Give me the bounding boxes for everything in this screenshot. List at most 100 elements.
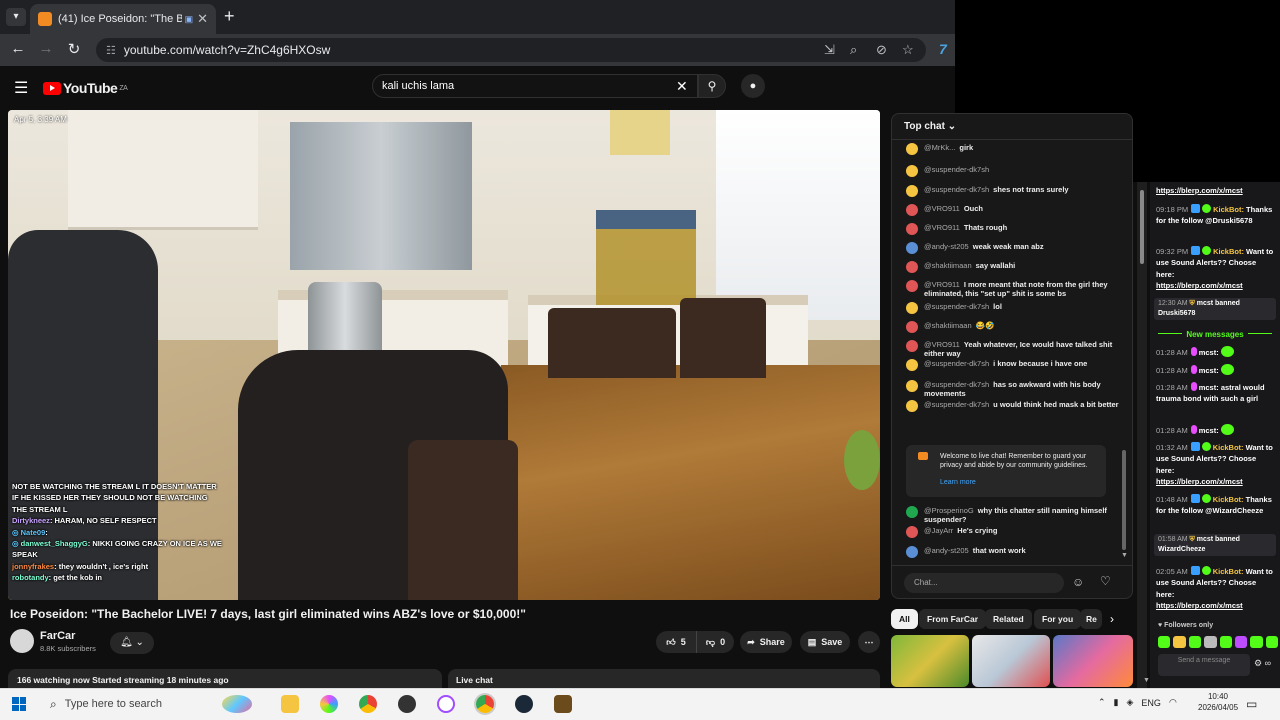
chat-author[interactable]: @suspender-dk7sh xyxy=(924,359,989,368)
chip-for-you[interactable]: For you xyxy=(1034,609,1082,629)
kick-ban-target[interactable]: Druski5678 xyxy=(1158,310,1195,317)
kick-send-input[interactable]: Send a message xyxy=(1158,654,1250,676)
recommended-thumbnail[interactable] xyxy=(972,635,1050,687)
kick-settings-icon[interactable]: ⚙ ∞ xyxy=(1254,658,1271,669)
app-icon[interactable] xyxy=(437,695,455,713)
emote-icon[interactable] xyxy=(1234,636,1248,648)
widgets-sparkle-icon[interactable] xyxy=(222,695,252,713)
file-explorer-icon[interactable] xyxy=(281,695,299,713)
chat-avatar[interactable] xyxy=(906,321,918,333)
taskbar-clock[interactable]: 10:40 2026/04/05 xyxy=(1198,691,1238,713)
emote-icon[interactable] xyxy=(1250,636,1263,648)
kick-username[interactable]: KickBot: xyxy=(1213,443,1244,452)
new-messages-divider[interactable]: New messages xyxy=(1150,330,1280,339)
youtube-logo[interactable]: YouTube ZA xyxy=(43,80,128,96)
chip-more[interactable]: Re xyxy=(1080,609,1102,629)
chat-author[interactable]: @VRO911 xyxy=(924,204,960,213)
chat-author[interactable]: @JayArr xyxy=(924,526,953,535)
chat-author[interactable]: @ProsperinoG xyxy=(924,506,974,515)
chat-avatar[interactable] xyxy=(906,242,918,254)
chat-author[interactable]: @suspender-dk7sh xyxy=(924,165,989,174)
extension-icon[interactable]: 7 xyxy=(939,41,947,57)
menu-icon[interactable]: ☰ xyxy=(14,78,28,98)
new-tab-button[interactable]: + xyxy=(224,6,235,27)
site-info-icon[interactable]: ☷ xyxy=(106,44,116,57)
chat-avatar[interactable] xyxy=(906,223,918,235)
chat-author[interactable]: @MrKk... xyxy=(924,143,955,152)
kick-ban-target[interactable]: WizardCheeze xyxy=(1158,546,1205,553)
photos-app-icon[interactable] xyxy=(320,695,338,713)
chat-author[interactable]: @andy-st205 xyxy=(924,546,969,555)
kick-link[interactable]: https://blerp.com/x/mcst xyxy=(1156,601,1243,610)
chip-from-channel[interactable]: From FarCar xyxy=(919,609,987,629)
forward-icon[interactable]: → xyxy=(36,40,56,57)
chat-avatar[interactable] xyxy=(906,380,918,392)
obs-icon[interactable] xyxy=(398,695,416,713)
chat-avatar[interactable] xyxy=(906,340,918,352)
emote-icon[interactable] xyxy=(1265,636,1278,648)
emote-icon[interactable] xyxy=(1188,636,1202,648)
chrome-active-icon[interactable] xyxy=(476,695,494,713)
channel-avatar[interactable] xyxy=(10,629,34,653)
chat-avatar[interactable] xyxy=(906,526,918,538)
chat-input[interactable]: Chat... xyxy=(904,573,1064,593)
chat-avatar[interactable] xyxy=(906,302,918,314)
chat-avatar[interactable] xyxy=(906,400,918,412)
kick-username[interactable]: mcst: xyxy=(1199,426,1219,435)
chat-avatar[interactable] xyxy=(906,359,918,371)
emote-icon[interactable] xyxy=(1204,636,1217,648)
kick-username[interactable]: KickBot: xyxy=(1213,567,1244,576)
notifications-button[interactable]: 🔔︎ ⌄ xyxy=(110,632,154,654)
learn-more-link[interactable]: Learn more xyxy=(940,478,1098,487)
microphone-icon[interactable]: ▮ xyxy=(1114,697,1119,708)
scroll-down-arrow-icon[interactable]: ▼ xyxy=(1121,552,1128,559)
kick-username[interactable]: mcst xyxy=(1197,536,1213,543)
clear-search-icon[interactable]: ✕ xyxy=(676,78,688,95)
install-app-icon[interactable]: ⇲ xyxy=(824,42,835,58)
kick-username[interactable]: KickBot: xyxy=(1213,247,1244,256)
recommended-thumbnail[interactable] xyxy=(891,635,969,687)
browser-tab[interactable]: (41) Ice Poseidon: "The Bac ▣ ✕ xyxy=(30,4,216,34)
network-icon[interactable]: ◈ xyxy=(1127,697,1134,708)
kick-username[interactable]: mcst: xyxy=(1199,366,1219,375)
chat-author[interactable]: @VRO911 xyxy=(924,340,960,349)
chip-all[interactable]: All xyxy=(891,609,918,629)
windows-start-icon[interactable] xyxy=(12,697,26,711)
tab-search-button[interactable]: ▾ xyxy=(6,8,26,26)
back-icon[interactable]: ← xyxy=(8,40,28,57)
chat-author[interactable]: @VRO911 xyxy=(924,280,960,289)
wifi-icon[interactable]: ◠ xyxy=(1169,697,1177,708)
game-app-icon[interactable] xyxy=(554,695,572,713)
zoom-icon[interactable]: ⌕ xyxy=(850,42,857,58)
search-button[interactable]: ⚲ xyxy=(698,74,726,98)
notification-icon[interactable]: ▭ xyxy=(1246,697,1257,711)
emoji-icon[interactable]: ☺ xyxy=(1072,575,1084,589)
kick-username[interactable]: KickBot: xyxy=(1213,495,1244,504)
chat-avatar[interactable] xyxy=(906,546,918,558)
kick-username[interactable]: KickBot: xyxy=(1213,205,1244,214)
chat-avatar[interactable] xyxy=(906,143,918,155)
chevron-right-icon[interactable]: › xyxy=(1110,612,1114,626)
chat-author[interactable]: @shaktiimaan xyxy=(924,321,972,330)
share-button[interactable]: ➦ Share xyxy=(740,631,792,653)
close-tab-icon[interactable]: ✕ xyxy=(197,11,208,27)
chat-avatar[interactable] xyxy=(906,261,918,273)
emote-icon[interactable] xyxy=(1173,636,1186,648)
chat-author[interactable]: @suspender-dk7sh xyxy=(924,185,989,194)
chip-related[interactable]: Related xyxy=(985,609,1032,629)
language-indicator[interactable]: ENG xyxy=(1141,698,1161,708)
chat-avatar[interactable] xyxy=(906,165,918,177)
like-button[interactable]: 👍︎ 5 xyxy=(656,631,696,653)
bookmark-star-icon[interactable]: ☆ xyxy=(902,42,914,58)
kick-username[interactable]: mcst: xyxy=(1199,348,1219,357)
page-scrollbar-thumb[interactable] xyxy=(1140,190,1144,264)
emote-icon[interactable] xyxy=(1219,636,1232,648)
chat-avatar[interactable] xyxy=(906,204,918,216)
chat-author[interactable]: @shaktiimaan xyxy=(924,261,972,270)
chat-scrollbar[interactable] xyxy=(1122,450,1126,550)
kick-link[interactable]: https://blerp.com/x/mcst xyxy=(1156,281,1243,290)
search-input[interactable]: kali uchis lama xyxy=(372,74,698,98)
steam-icon[interactable] xyxy=(515,695,533,713)
chat-mode-dropdown[interactable]: Top chat ⌄ xyxy=(892,114,1132,140)
address-bar[interactable]: ☷ youtube.com/watch?v=ZhC4g6HXOsw xyxy=(96,38,926,62)
